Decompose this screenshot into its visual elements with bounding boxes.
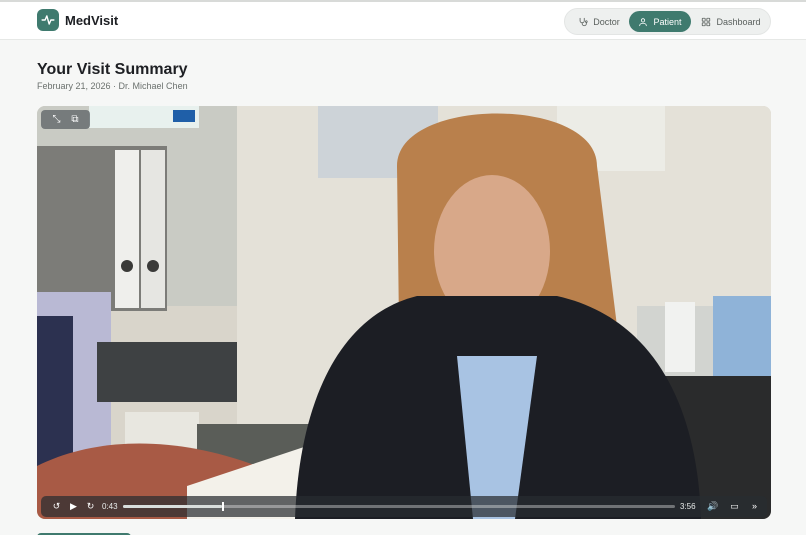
user-icon	[639, 17, 648, 26]
volume-icon[interactable]: 🔊	[707, 501, 718, 512]
expand-icon[interactable]: ⤡	[52, 114, 60, 125]
logo[interactable]	[37, 9, 59, 31]
tab-dashboard-label: Dashboard	[716, 16, 761, 27]
forward-10-icon[interactable]: ↻	[85, 501, 96, 512]
replay-10-icon[interactable]: ↺	[51, 501, 62, 512]
top-bar: MedVisit Doctor Patient Dashboard	[0, 2, 806, 40]
video-controls: ↺ ▶ ↻ 0:43 3:56 🔊 ▭ »	[41, 496, 767, 517]
visit-date-doctor: February 21, 2026 · Dr. Michael Chen	[37, 81, 188, 91]
picture-in-picture-icon[interactable]: ⧉	[71, 114, 78, 125]
grid-icon	[702, 17, 711, 26]
stethoscope-icon	[579, 17, 588, 26]
role-switcher: Doctor Patient Dashboard	[564, 8, 771, 35]
progress-bar[interactable]	[123, 502, 675, 511]
cast-icon[interactable]: ▭	[729, 501, 740, 512]
tab-patient[interactable]: Patient	[629, 11, 691, 32]
video-toolbar: ⤡ ⧉	[41, 110, 90, 129]
tab-patient-label: Patient	[653, 16, 682, 27]
tab-doctor-label: Doctor	[593, 16, 620, 27]
more-icon[interactable]: »	[749, 501, 760, 512]
current-time: 0:43	[102, 502, 118, 511]
app-frame: MedVisit Doctor Patient Dashboard Your V…	[0, 0, 806, 535]
progress-handle[interactable]	[222, 502, 225, 511]
progress-fill	[123, 505, 223, 508]
play-icon[interactable]: ▶	[68, 501, 79, 512]
pulse-icon	[41, 15, 55, 25]
page-title: Your Visit Summary	[37, 61, 188, 78]
brand-name: MedVisit	[65, 13, 119, 28]
video-frame	[37, 106, 771, 519]
duration: 3:56	[680, 502, 696, 511]
tab-doctor[interactable]: Doctor	[569, 11, 629, 32]
video-player[interactable]: ⤡ ⧉ ↺ ▶ ↻ 0:43 3:56 🔊 ▭ »	[37, 106, 771, 519]
tab-dashboard[interactable]: Dashboard	[695, 11, 767, 32]
